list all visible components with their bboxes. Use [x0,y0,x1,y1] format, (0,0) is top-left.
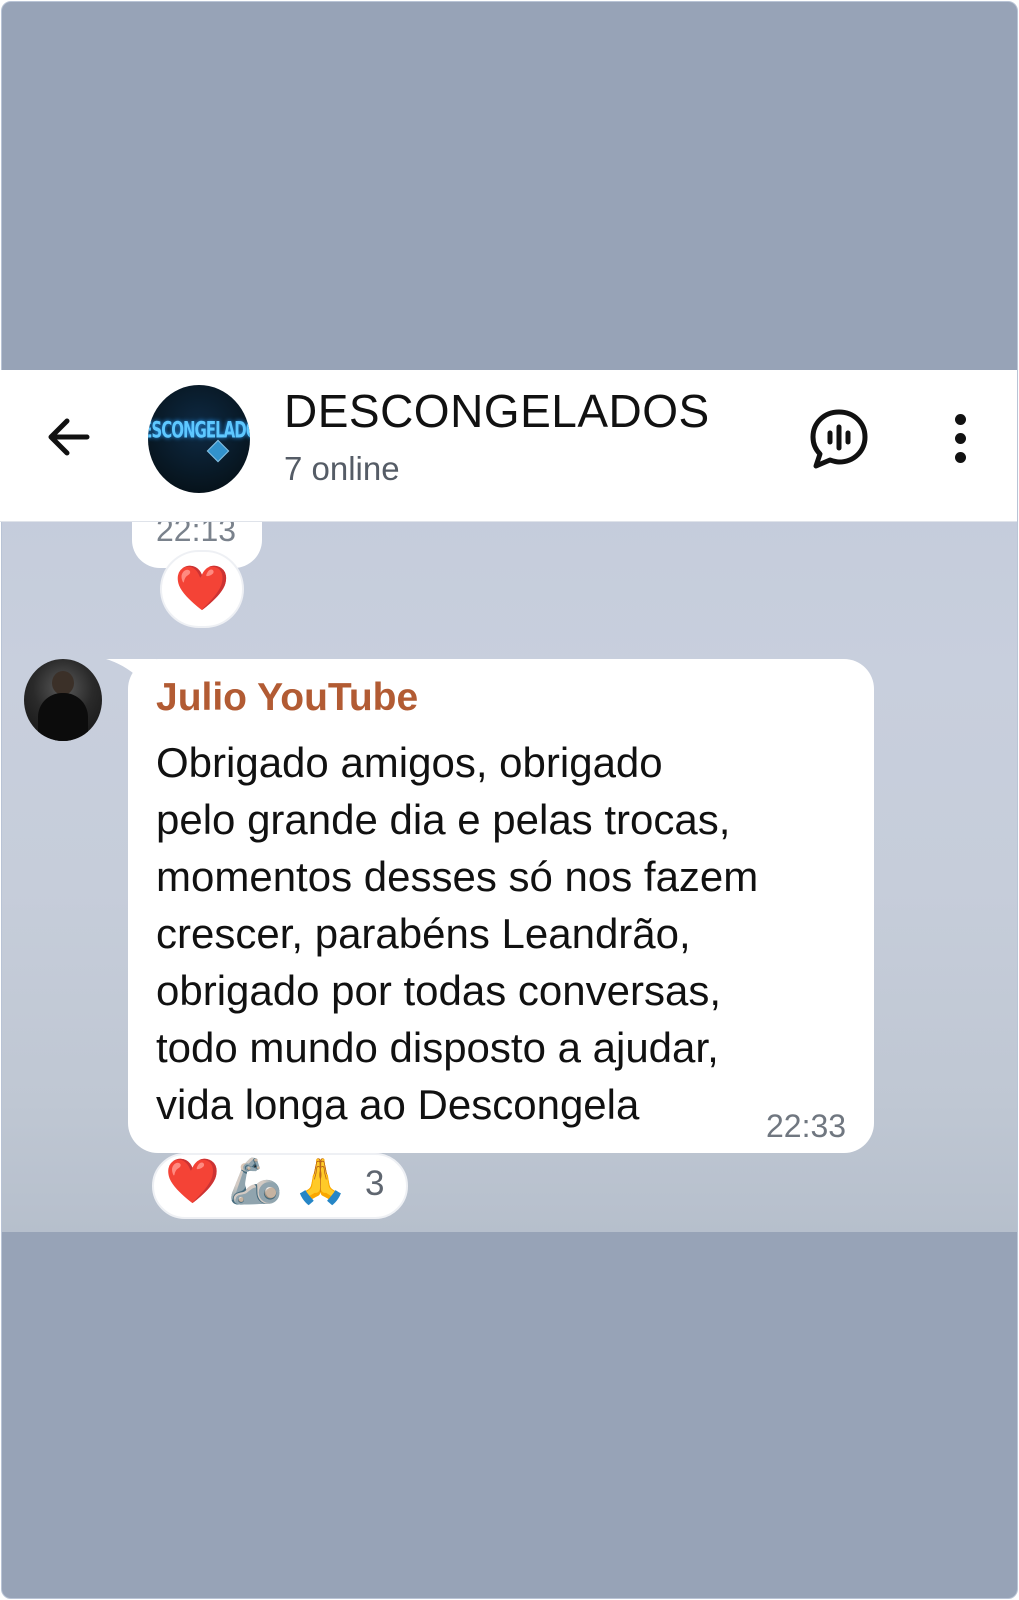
back-button[interactable] [36,404,102,470]
group-avatar-logo: DESCONGELADOS [148,416,250,444]
sender-name[interactable]: Julio YouTube [156,676,418,720]
previous-message-reaction[interactable]: ❤️ [160,550,244,628]
more-vertical-icon [954,432,966,444]
message-text: Obrigado amigos, obrigado pelo grande di… [156,739,759,1128]
heart-icon[interactable]: ❤️ [165,1160,220,1204]
message-time: 22:33 [766,1108,847,1144]
mechanical-arm-icon[interactable]: 🦾 [228,1160,283,1204]
more-vertical-icon [954,451,966,463]
more-vertical-icon [954,413,966,425]
voice-chat-button[interactable] [808,406,870,472]
group-title[interactable]: DESCONGELADOS [284,384,710,438]
avatar-head [52,671,74,695]
heart-icon: ❤️ [174,564,230,613]
group-avatar[interactable]: DESCONGELADOS [148,385,250,493]
folded-hands-icon[interactable]: 🙏 [293,1160,348,1204]
avatar[interactable] [24,659,102,741]
online-status: 7 online [284,450,400,487]
reaction-count: 3 [365,1164,385,1203]
arrow-left-icon [48,418,90,456]
avatar-body [38,693,88,741]
voice-chat-icon [810,409,868,469]
more-options-button[interactable] [940,408,980,468]
